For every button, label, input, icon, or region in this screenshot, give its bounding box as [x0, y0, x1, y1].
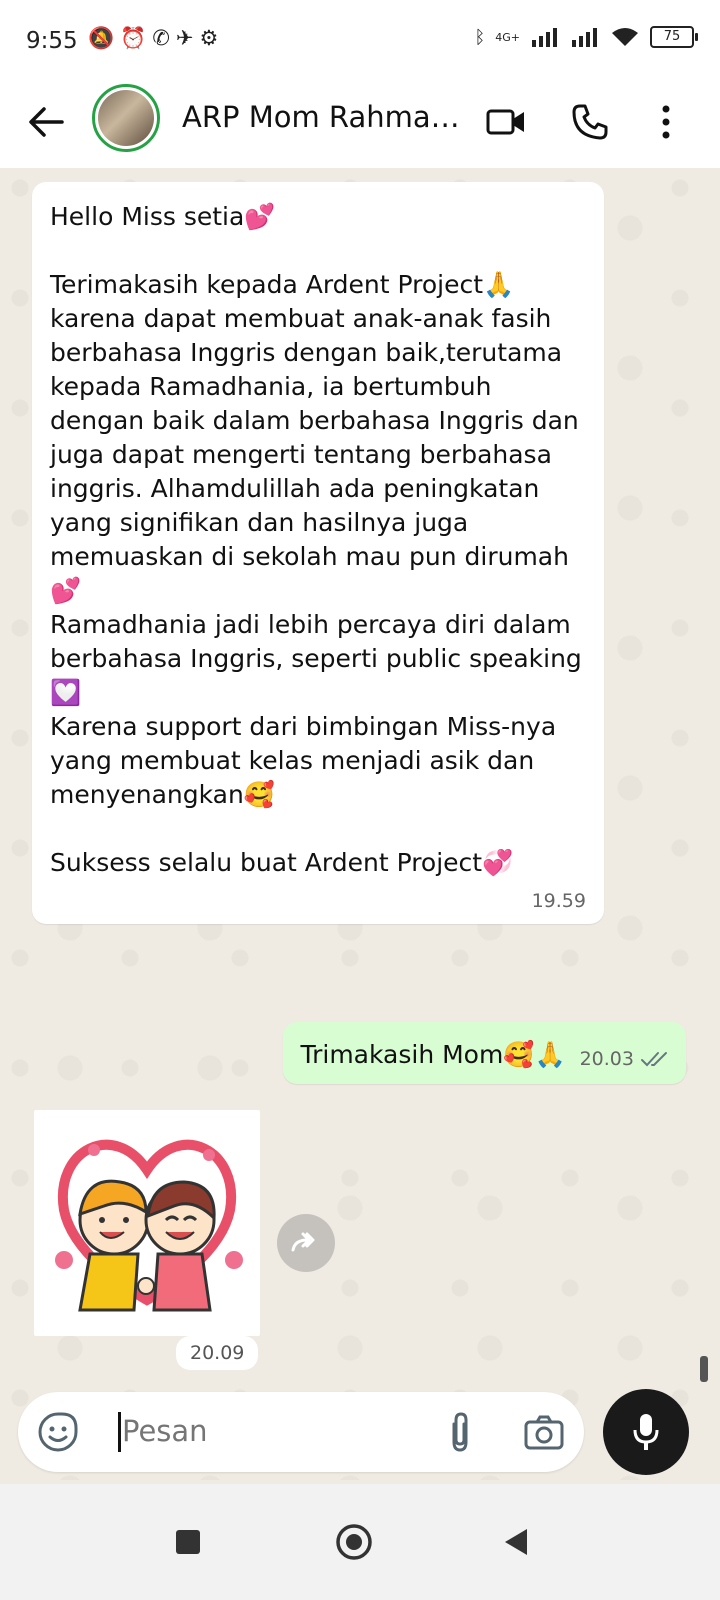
microphone-icon [633, 1414, 659, 1450]
square-icon [176, 1530, 200, 1554]
status-notification-icons: 🔕⏰✆✈⚙ [88, 26, 224, 51]
bluetooth-icon: ᛒ [474, 26, 486, 48]
video-call-button[interactable] [482, 98, 530, 146]
paperclip-icon[interactable] [438, 1410, 482, 1454]
voice-call-button[interactable] [566, 98, 614, 146]
message-time: 19.59 [531, 890, 586, 912]
system-nav-bar [0, 1484, 720, 1600]
gear-icon: ⚙ [199, 26, 225, 50]
camera-icon[interactable] [522, 1410, 566, 1454]
status-bar: 9:55 🔕⏰✆✈⚙ ᛒ 4G+ 75 [0, 0, 720, 80]
signal-icon [532, 28, 557, 47]
message-input-bar [18, 1392, 584, 1472]
send-icon: ✈ [175, 26, 200, 50]
chat-header: ARP Mom Rahmad… [0, 80, 720, 168]
whatsapp-icon: ✆ [152, 26, 176, 50]
back-arrow-icon[interactable] [24, 100, 68, 144]
recents-button[interactable] [168, 1522, 208, 1562]
message-input[interactable] [122, 1414, 422, 1448]
incoming-message[interactable]: Hello Miss setia💕 Terimakasih kepada Ard… [32, 182, 604, 924]
contact-name[interactable]: ARP Mom Rahmad… [182, 100, 472, 134]
scrollbar-thumb[interactable] [700, 1356, 708, 1382]
more-vertical-icon [662, 105, 670, 139]
sticker-emoji-icon[interactable] [36, 1410, 80, 1454]
text-cursor [118, 1412, 121, 1452]
phone-icon [572, 104, 608, 140]
two-friends-heart-sticker [55, 1139, 243, 1312]
contact-avatar[interactable] [92, 84, 160, 152]
forward-button[interactable] [277, 1214, 335, 1272]
video-camera-icon [486, 109, 524, 135]
triangle-back-icon [505, 1529, 527, 1555]
message-text: Trimakasih Mom🥰🙏 [300, 1040, 566, 1069]
more-options-button[interactable] [642, 98, 690, 146]
double-check-icon [641, 1052, 667, 1067]
home-button[interactable] [334, 1522, 374, 1562]
battery-indicator: 75 [650, 26, 698, 48]
message-meta: 20.03 [580, 1048, 670, 1072]
forward-icon [291, 1232, 315, 1252]
outgoing-message[interactable]: Trimakasih Mom🥰🙏 20.03 [282, 1022, 686, 1084]
back-nav-button[interactable] [496, 1522, 536, 1562]
network-type: 4G+ [495, 30, 520, 44]
sticker-time: 20.09 [176, 1336, 259, 1370]
message-time: 20.03 [579, 1048, 634, 1070]
alarm-icon: ⏰ [120, 26, 153, 50]
status-system-icons: ᛒ 4G+ 75 [474, 26, 698, 48]
wifi-icon [612, 28, 638, 46]
mute-icon: 🔕 [88, 26, 121, 50]
home-circle-icon [336, 1524, 372, 1560]
message-text: Hello Miss setia💕 Terimakasih kepada Ard… [50, 202, 582, 877]
voice-record-button[interactable] [603, 1389, 689, 1475]
status-time: 9:55 [26, 28, 78, 54]
sticker-message[interactable] [34, 1110, 260, 1336]
signal-icon-2 [572, 28, 597, 47]
chat-area[interactable]: Hello Miss setia💕 Terimakasih kepada Ard… [0, 168, 720, 1480]
